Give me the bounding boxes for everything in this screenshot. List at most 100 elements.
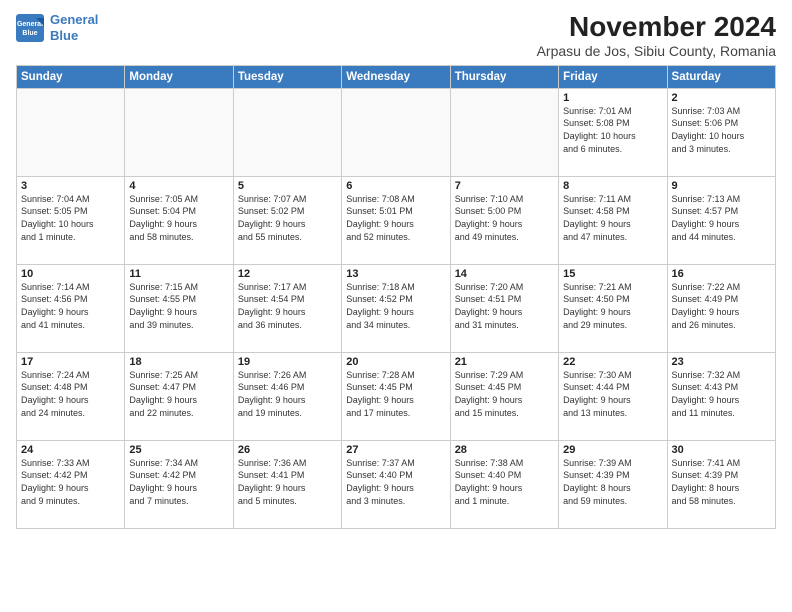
calendar-cell [233,88,341,176]
day-number: 30 [672,444,771,456]
day-info: Sunrise: 7:05 AM Sunset: 5:04 PM Dayligh… [129,193,228,243]
day-info: Sunrise: 7:37 AM Sunset: 4:40 PM Dayligh… [346,457,445,507]
calendar-cell: 16Sunrise: 7:22 AM Sunset: 4:49 PM Dayli… [667,264,775,352]
day-info: Sunrise: 7:30 AM Sunset: 4:44 PM Dayligh… [563,369,662,419]
day-number: 1 [563,92,662,104]
day-number: 3 [21,180,120,192]
day-number: 2 [672,92,771,104]
day-info: Sunrise: 7:36 AM Sunset: 4:41 PM Dayligh… [238,457,337,507]
calendar-cell: 10Sunrise: 7:14 AM Sunset: 4:56 PM Dayli… [17,264,125,352]
weekday-header: Sunday [17,65,125,88]
day-number: 24 [21,444,120,456]
day-number: 10 [21,268,120,280]
day-info: Sunrise: 7:28 AM Sunset: 4:45 PM Dayligh… [346,369,445,419]
calendar-cell: 12Sunrise: 7:17 AM Sunset: 4:54 PM Dayli… [233,264,341,352]
calendar-cell: 8Sunrise: 7:11 AM Sunset: 4:58 PM Daylig… [559,176,667,264]
day-info: Sunrise: 7:15 AM Sunset: 4:55 PM Dayligh… [129,281,228,331]
day-number: 9 [672,180,771,192]
day-info: Sunrise: 7:03 AM Sunset: 5:06 PM Dayligh… [672,105,771,155]
day-number: 17 [21,356,120,368]
calendar-cell: 4Sunrise: 7:05 AM Sunset: 5:04 PM Daylig… [125,176,233,264]
day-info: Sunrise: 7:20 AM Sunset: 4:51 PM Dayligh… [455,281,554,331]
calendar-cell: 7Sunrise: 7:10 AM Sunset: 5:00 PM Daylig… [450,176,558,264]
day-number: 22 [563,356,662,368]
calendar-cell: 23Sunrise: 7:32 AM Sunset: 4:43 PM Dayli… [667,352,775,440]
day-info: Sunrise: 7:25 AM Sunset: 4:47 PM Dayligh… [129,369,228,419]
calendar-cell: 20Sunrise: 7:28 AM Sunset: 4:45 PM Dayli… [342,352,450,440]
weekday-header: Monday [125,65,233,88]
day-number: 23 [672,356,771,368]
day-number: 28 [455,444,554,456]
day-info: Sunrise: 7:33 AM Sunset: 4:42 PM Dayligh… [21,457,120,507]
calendar-cell: 19Sunrise: 7:26 AM Sunset: 4:46 PM Dayli… [233,352,341,440]
calendar-cell [450,88,558,176]
calendar-cell: 11Sunrise: 7:15 AM Sunset: 4:55 PM Dayli… [125,264,233,352]
weekday-header: Saturday [667,65,775,88]
day-info: Sunrise: 7:08 AM Sunset: 5:01 PM Dayligh… [346,193,445,243]
month-title: November 2024 [537,12,776,43]
calendar-table: SundayMondayTuesdayWednesdayThursdayFrid… [16,65,776,529]
svg-text:Blue: Blue [22,30,37,37]
day-number: 19 [238,356,337,368]
calendar-cell: 18Sunrise: 7:25 AM Sunset: 4:47 PM Dayli… [125,352,233,440]
day-info: Sunrise: 7:18 AM Sunset: 4:52 PM Dayligh… [346,281,445,331]
day-number: 4 [129,180,228,192]
calendar-cell: 9Sunrise: 7:13 AM Sunset: 4:57 PM Daylig… [667,176,775,264]
day-info: Sunrise: 7:14 AM Sunset: 4:56 PM Dayligh… [21,281,120,331]
day-info: Sunrise: 7:01 AM Sunset: 5:08 PM Dayligh… [563,105,662,155]
day-number: 18 [129,356,228,368]
day-info: Sunrise: 7:41 AM Sunset: 4:39 PM Dayligh… [672,457,771,507]
day-number: 29 [563,444,662,456]
calendar-cell: 30Sunrise: 7:41 AM Sunset: 4:39 PM Dayli… [667,440,775,528]
day-number: 5 [238,180,337,192]
day-info: Sunrise: 7:34 AM Sunset: 4:42 PM Dayligh… [129,457,228,507]
day-info: Sunrise: 7:39 AM Sunset: 4:39 PM Dayligh… [563,457,662,507]
day-info: Sunrise: 7:10 AM Sunset: 5:00 PM Dayligh… [455,193,554,243]
logo: General Blue GeneralBlue [16,12,98,43]
header: General Blue GeneralBlue November 2024 A… [16,12,776,59]
calendar-week-row: 3Sunrise: 7:04 AM Sunset: 5:05 PM Daylig… [17,176,776,264]
calendar-cell: 26Sunrise: 7:36 AM Sunset: 4:41 PM Dayli… [233,440,341,528]
calendar-cell: 15Sunrise: 7:21 AM Sunset: 4:50 PM Dayli… [559,264,667,352]
calendar-week-row: 1Sunrise: 7:01 AM Sunset: 5:08 PM Daylig… [17,88,776,176]
day-number: 13 [346,268,445,280]
day-info: Sunrise: 7:21 AM Sunset: 4:50 PM Dayligh… [563,281,662,331]
day-number: 12 [238,268,337,280]
location-subtitle: Arpasu de Jos, Sibiu County, Romania [537,43,776,59]
day-info: Sunrise: 7:11 AM Sunset: 4:58 PM Dayligh… [563,193,662,243]
calendar-cell: 1Sunrise: 7:01 AM Sunset: 5:08 PM Daylig… [559,88,667,176]
calendar-cell: 25Sunrise: 7:34 AM Sunset: 4:42 PM Dayli… [125,440,233,528]
day-info: Sunrise: 7:04 AM Sunset: 5:05 PM Dayligh… [21,193,120,243]
day-number: 7 [455,180,554,192]
day-number: 8 [563,180,662,192]
calendar-header-row: SundayMondayTuesdayWednesdayThursdayFrid… [17,65,776,88]
calendar-cell [17,88,125,176]
title-block: November 2024 Arpasu de Jos, Sibiu Count… [537,12,776,59]
calendar-cell: 14Sunrise: 7:20 AM Sunset: 4:51 PM Dayli… [450,264,558,352]
logo-text: GeneralBlue [50,12,98,43]
svg-text:General: General [17,21,43,28]
day-info: Sunrise: 7:38 AM Sunset: 4:40 PM Dayligh… [455,457,554,507]
day-info: Sunrise: 7:32 AM Sunset: 4:43 PM Dayligh… [672,369,771,419]
day-number: 27 [346,444,445,456]
calendar-week-row: 24Sunrise: 7:33 AM Sunset: 4:42 PM Dayli… [17,440,776,528]
day-number: 16 [672,268,771,280]
day-info: Sunrise: 7:22 AM Sunset: 4:49 PM Dayligh… [672,281,771,331]
calendar-cell: 21Sunrise: 7:29 AM Sunset: 4:45 PM Dayli… [450,352,558,440]
day-number: 21 [455,356,554,368]
calendar-cell: 28Sunrise: 7:38 AM Sunset: 4:40 PM Dayli… [450,440,558,528]
calendar-cell: 27Sunrise: 7:37 AM Sunset: 4:40 PM Dayli… [342,440,450,528]
calendar-cell [342,88,450,176]
day-number: 11 [129,268,228,280]
day-number: 6 [346,180,445,192]
weekday-header: Friday [559,65,667,88]
day-info: Sunrise: 7:13 AM Sunset: 4:57 PM Dayligh… [672,193,771,243]
calendar-cell: 13Sunrise: 7:18 AM Sunset: 4:52 PM Dayli… [342,264,450,352]
calendar-week-row: 10Sunrise: 7:14 AM Sunset: 4:56 PM Dayli… [17,264,776,352]
day-info: Sunrise: 7:17 AM Sunset: 4:54 PM Dayligh… [238,281,337,331]
calendar-cell: 17Sunrise: 7:24 AM Sunset: 4:48 PM Dayli… [17,352,125,440]
calendar-cell: 24Sunrise: 7:33 AM Sunset: 4:42 PM Dayli… [17,440,125,528]
weekday-header: Tuesday [233,65,341,88]
day-number: 15 [563,268,662,280]
calendar-cell: 29Sunrise: 7:39 AM Sunset: 4:39 PM Dayli… [559,440,667,528]
